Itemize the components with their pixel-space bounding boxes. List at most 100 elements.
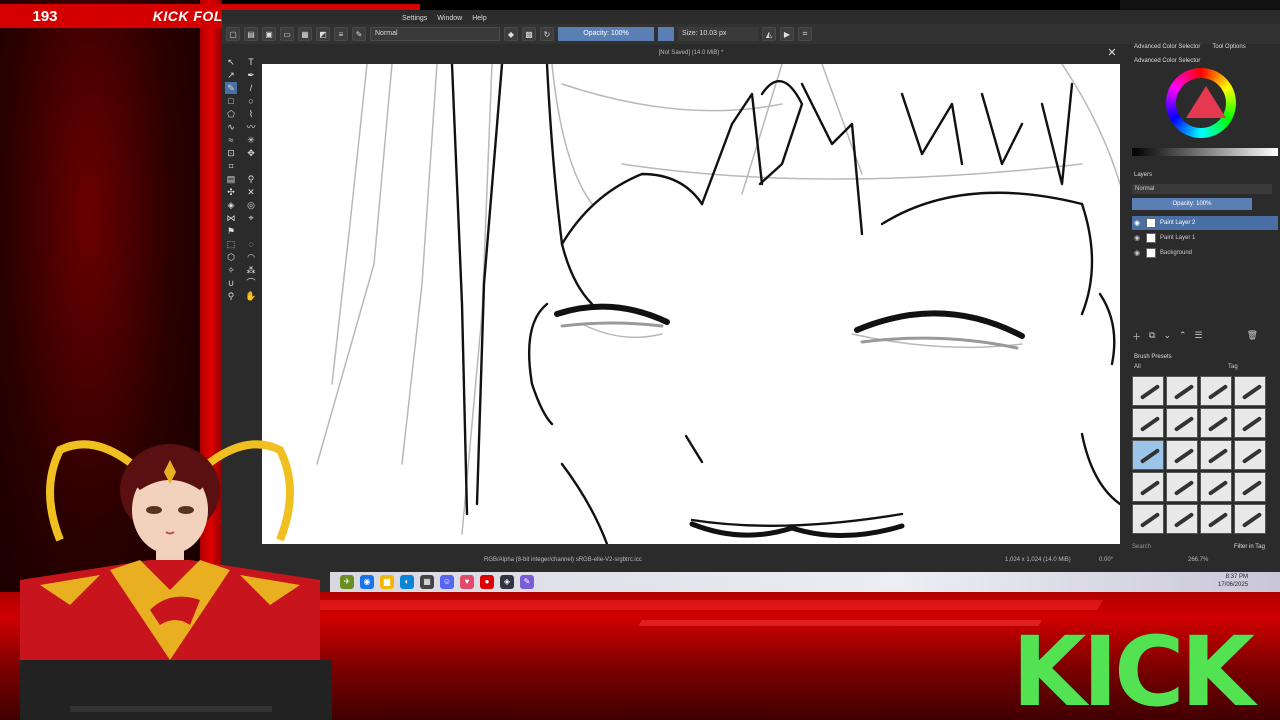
save-icon[interactable]: ▣ (262, 27, 276, 41)
store-icon[interactable]: ▦ (420, 575, 434, 589)
outline-select-icon[interactable]: ◠ (245, 251, 257, 263)
select-shapes-icon[interactable]: ↖ (225, 56, 237, 68)
rectangle-tool-icon[interactable]: □ (225, 95, 237, 107)
brush-preset[interactable] (1200, 408, 1232, 438)
reload-icon[interactable]: ↻ (540, 27, 554, 41)
pattern-icon[interactable]: ▦ (298, 27, 312, 41)
enclose-fill-icon[interactable]: ◎ (245, 199, 257, 211)
add-layer-icon[interactable]: ＋ (1132, 330, 1141, 343)
crop-icon[interactable]: ⌗ (798, 27, 812, 41)
gradient-tool-icon[interactable]: ▤ (225, 173, 237, 185)
document-tab[interactable]: [Not Saved] (14.0 MiB) * (262, 46, 1120, 60)
smart-patch-icon[interactable]: ✕ (245, 186, 257, 198)
contiguous-select-icon[interactable]: ✧ (225, 264, 237, 276)
text-tool-icon[interactable]: T (245, 56, 257, 68)
vtuber-app-icon[interactable]: ◈ (500, 575, 514, 589)
brush-preset[interactable] (1166, 408, 1198, 438)
colorize-mask-icon[interactable]: ✣ (225, 186, 237, 198)
multibrush-icon[interactable]: ✳ (245, 134, 257, 146)
brush-preset[interactable] (1132, 472, 1164, 502)
color-picker-icon[interactable]: ⚲ (245, 173, 257, 185)
brush-preset[interactable] (1132, 408, 1164, 438)
edit-shapes-icon[interactable]: ↗ (225, 69, 237, 81)
brush-preset[interactable] (1234, 376, 1266, 406)
zoom-value[interactable]: 266.7% (1188, 557, 1208, 563)
measure-tool-icon[interactable]: ⌖ (245, 212, 257, 224)
mirror-horizontal-icon[interactable]: ◭ (762, 27, 776, 41)
brush-preset[interactable] (1200, 440, 1232, 470)
krita-icon[interactable]: ✎ (520, 575, 534, 589)
ellipse-tool-icon[interactable]: ○ (245, 95, 257, 107)
move-up-icon[interactable]: ⌃ (1179, 330, 1187, 343)
menu-settings[interactable]: Settings (402, 15, 427, 22)
value-slider[interactable] (1132, 148, 1278, 156)
line-tool-icon[interactable]: / (245, 82, 257, 94)
reference-tool-icon[interactable]: ⚑ (225, 225, 237, 237)
zoom-tool-icon[interactable]: ⚲ (225, 290, 237, 302)
polygon-select-icon[interactable]: ⬡ (225, 251, 237, 263)
size-slider[interactable]: Size: 10.03 px (678, 27, 758, 41)
gradient-icon[interactable]: ▭ (280, 27, 294, 41)
brush-preset[interactable] (1200, 504, 1232, 534)
rotation-value[interactable]: 0.00° (1099, 557, 1113, 563)
calligraphy-icon[interactable]: ✒ (245, 69, 257, 81)
color-triangle[interactable] (1186, 86, 1226, 118)
ellipse-select-icon[interactable]: ◌ (245, 238, 257, 250)
delete-layer-icon[interactable]: 🗑 (1247, 330, 1258, 343)
brush-preset[interactable] (1234, 408, 1266, 438)
blend-mode-select[interactable]: Normal (370, 27, 500, 41)
eraser-icon[interactable]: ◆ (504, 27, 518, 41)
brush-tag-filter[interactable]: All (1134, 364, 1141, 370)
layer-properties-icon[interactable]: ☰ (1195, 330, 1203, 343)
brush-preset[interactable] (1200, 472, 1232, 502)
brush-preset[interactable] (1132, 504, 1164, 534)
system-clock[interactable]: 8:37 PM 17/06/2025 (1218, 573, 1248, 589)
brush-preset[interactable] (1200, 376, 1232, 406)
brush-preset[interactable] (1234, 504, 1266, 534)
brush-preset[interactable] (1166, 440, 1198, 470)
brush-presets-icon[interactable]: ≡ (334, 27, 348, 41)
duplicate-layer-icon[interactable]: ⧉ (1149, 330, 1155, 343)
freehand-brush-icon[interactable]: ✎ (225, 82, 237, 94)
dynamic-brush-icon[interactable]: ≈ (225, 134, 237, 146)
open-file-icon[interactable]: ▤ (244, 27, 258, 41)
fill-tool-icon[interactable]: ◈ (225, 199, 237, 211)
brush-preset[interactable] (1234, 440, 1266, 470)
magnetic-select-icon[interactable]: ⌒ (245, 277, 257, 289)
transform-tool-icon[interactable]: ⊡ (225, 147, 237, 159)
eye-icon[interactable]: ◉ (1134, 249, 1142, 257)
move-down-icon[interactable]: ⌄ (1163, 330, 1171, 343)
assistant-tool-icon[interactable]: ⋈ (225, 212, 237, 224)
color-swatch[interactable] (658, 27, 674, 41)
layer-blend-select[interactable]: Normal (1132, 184, 1272, 194)
bezier-tool-icon[interactable]: ∿ (225, 121, 237, 133)
polyline-tool-icon[interactable]: ⌇ (245, 108, 257, 120)
layer-row[interactable]: ◉ Paint Layer 1 (1132, 231, 1278, 245)
color-swap-icon[interactable]: ◩ (316, 27, 330, 41)
play-icon[interactable]: ▶ (780, 27, 794, 41)
brush-preset[interactable] (1166, 504, 1198, 534)
brush-search-input[interactable]: Search (1132, 544, 1151, 550)
color-wheel[interactable] (1166, 68, 1236, 138)
polygon-tool-icon[interactable]: ⬠ (225, 108, 237, 120)
layer-row[interactable]: ◉ Background (1132, 246, 1278, 260)
filter-in-tag-checkbox[interactable]: Filter in Tag (1234, 544, 1265, 550)
brush-preset[interactable] (1234, 472, 1266, 502)
app-icon[interactable]: ✈ (340, 575, 354, 589)
freehand-path-icon[interactable]: 〰 (245, 121, 257, 133)
brush-tag-button[interactable]: Tag (1228, 364, 1238, 370)
menu-window[interactable]: Window (437, 15, 462, 22)
crop-tool-icon[interactable]: ⌗ (225, 160, 237, 172)
app-icon[interactable]: ♥ (460, 575, 474, 589)
eye-icon[interactable]: ◉ (1134, 234, 1142, 242)
bezier-select-icon[interactable]: ∪ (225, 277, 237, 289)
layer-opacity-slider[interactable]: Opacity: 100% (1132, 198, 1252, 210)
brush-edit-icon[interactable]: ✎ (352, 27, 366, 41)
eye-icon[interactable]: ◉ (1134, 219, 1142, 227)
close-icon[interactable]: ✕ (1106, 47, 1118, 59)
brush-preset[interactable] (1166, 472, 1198, 502)
alpha-lock-icon[interactable]: ▩ (522, 27, 536, 41)
brush-preset[interactable] (1166, 376, 1198, 406)
edge-icon[interactable]: ◐ (400, 575, 414, 589)
brush-preset-selected[interactable] (1132, 440, 1164, 470)
